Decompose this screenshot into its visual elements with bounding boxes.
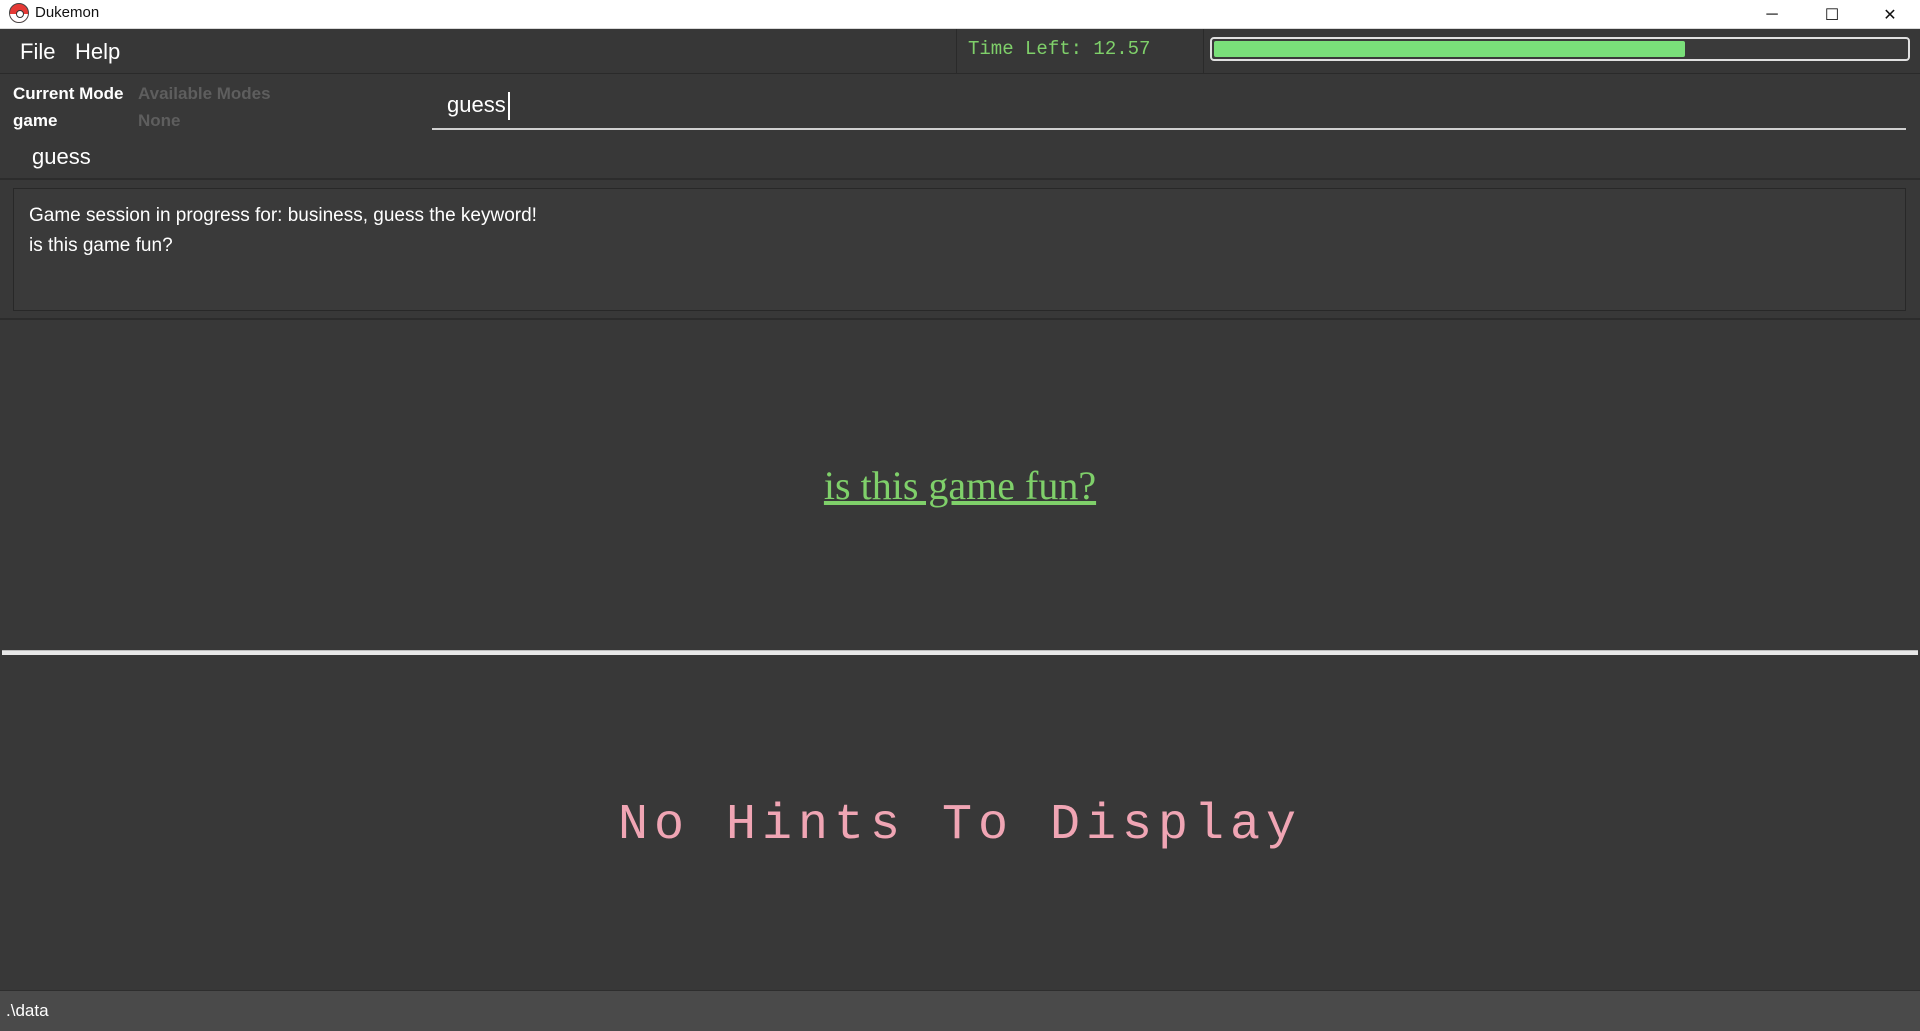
- available-modes-label: Available Modes: [138, 84, 271, 103]
- result-display: Game session in progress for: business, …: [13, 188, 1906, 311]
- question-panel: is this game fun?: [0, 321, 1920, 650]
- timer-divider-right: [1203, 29, 1204, 74]
- timer-divider-left: [956, 29, 957, 74]
- text-caret: [507, 92, 510, 121]
- sub-mode-label: guess: [32, 144, 91, 169]
- window-title: Dukemon: [35, 4, 100, 21]
- result-line-2: is this game fun?: [29, 235, 173, 256]
- time-left-label: Time Left: 12.57: [968, 38, 1151, 60]
- timer-progress-bar: [1210, 37, 1910, 61]
- menu-help[interactable]: Help: [75, 39, 120, 65]
- close-button[interactable]: ✕: [1861, 0, 1919, 29]
- mode-panel: Current Mode game Available Modes None g…: [0, 74, 1920, 180]
- timer-progress-fill: [1214, 41, 1685, 57]
- minimize-button[interactable]: ─: [1743, 0, 1801, 29]
- menu-bar: File Help Time Left: 12.57: [0, 29, 1920, 74]
- current-mode-value: game: [13, 111, 58, 130]
- title-bar: Dukemon ─ ☐ ✕: [0, 0, 1920, 29]
- hints-panel: No Hints To Display: [0, 655, 1920, 990]
- command-value: guess: [447, 92, 506, 117]
- command-input[interactable]: guess: [432, 86, 1906, 130]
- pokeball-app-icon: [9, 3, 29, 23]
- command-input-text[interactable]: guess: [447, 92, 510, 121]
- current-mode-label: Current Mode: [13, 84, 124, 103]
- maximize-button[interactable]: ☐: [1803, 0, 1861, 29]
- result-panel: Game session in progress for: business, …: [0, 181, 1920, 320]
- available-modes-value: None: [138, 111, 181, 130]
- status-bar: .\data: [0, 990, 1920, 1031]
- menu-file[interactable]: File: [20, 39, 55, 65]
- question-text: is this game fun?: [823, 463, 1097, 508]
- data-path-label: .\data: [6, 1001, 49, 1020]
- hints-text: No Hints To Display: [617, 797, 1303, 854]
- result-line-1: Game session in progress for: business, …: [29, 205, 537, 226]
